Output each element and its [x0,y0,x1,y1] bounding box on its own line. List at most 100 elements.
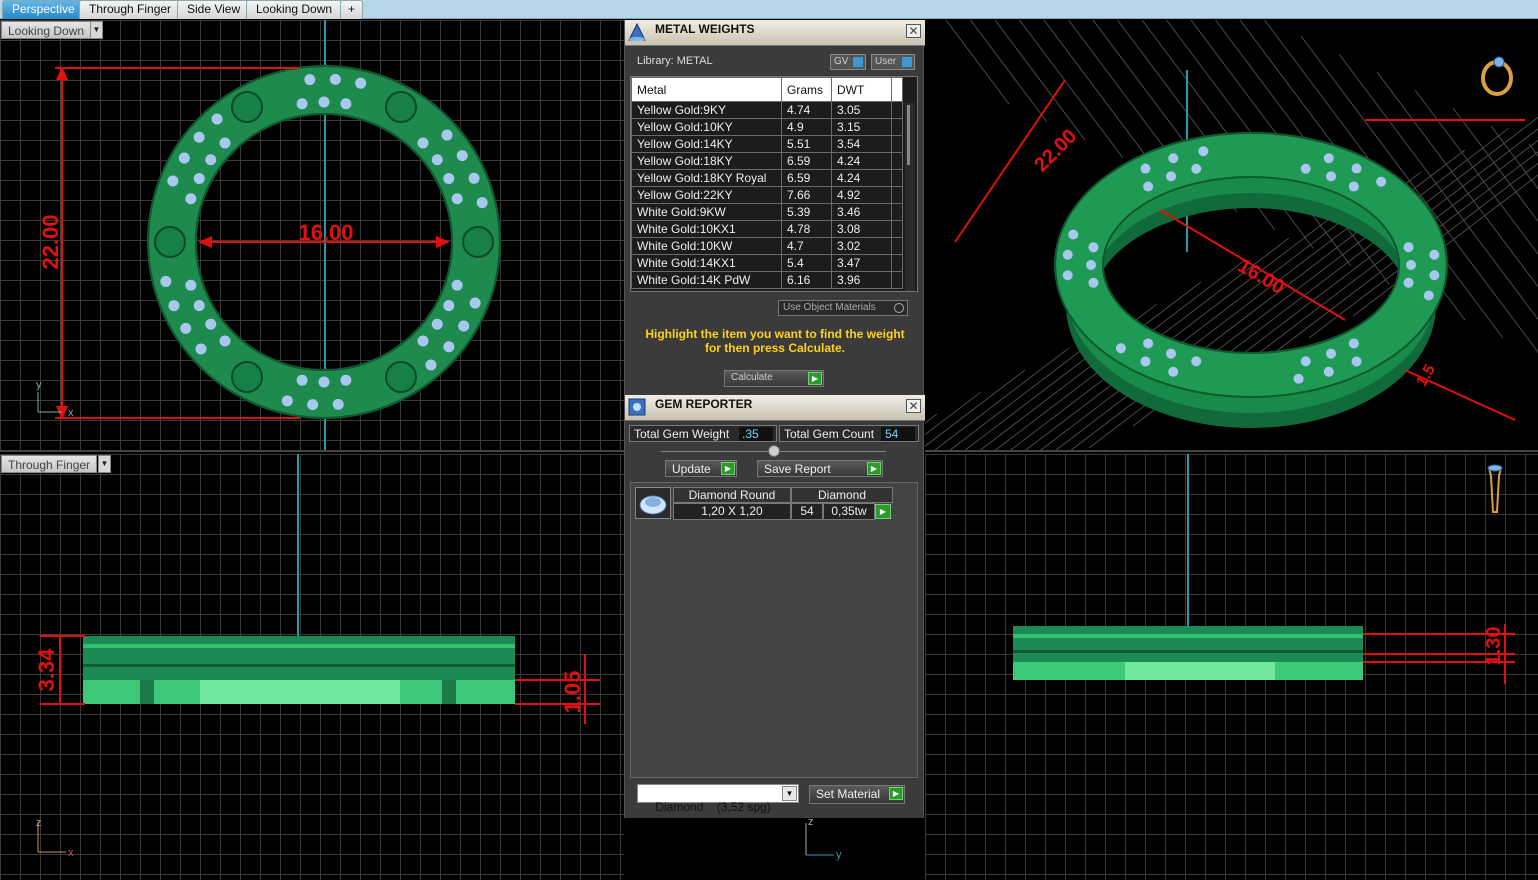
bezel-emblem [385,91,417,123]
save-report-button[interactable]: Save Report ▶ [757,460,883,477]
axis-y-label: y [36,379,42,391]
col-metal[interactable]: Metal [631,77,782,102]
viewport-label-looking-down[interactable]: Looking Down [1,21,92,39]
gem-setting [1168,366,1179,377]
viewport-side-view[interactable]: 1.30 [925,454,1538,880]
add-tab-button[interactable]: + [340,0,364,19]
calculate-button[interactable]: Calculate ▶ [724,370,824,387]
cell-metal: Yellow Gold:9KY [631,101,782,119]
play-icon: ▶ [889,787,903,800]
gem-setting [318,376,330,388]
viewport-label-through-finger[interactable]: Through Finger [1,455,98,473]
dim-total-height: 3.34 [34,648,59,692]
ring-side-view [1013,626,1363,662]
tab-side-view[interactable]: Side View [177,0,251,19]
gem-setting [1088,277,1099,288]
gem-setting [1062,270,1073,281]
gem-setting [329,73,341,85]
cell-grams: 7.66 [781,186,832,204]
table-scrollbar[interactable] [905,103,915,291]
gem-setting [1143,338,1154,349]
chevron-down-icon[interactable]: ▼ [90,21,103,39]
tab-looking-down[interactable]: Looking Down [246,0,343,19]
gem-setting [443,341,455,353]
gem-setting [443,172,455,184]
ring-side-icon[interactable] [1487,464,1503,513]
cell-grams: 6.59 [781,152,832,170]
gv-label: GV [834,56,849,67]
dim-outer-height: 22.00 [38,214,63,269]
table-row[interactable]: White Gold:9KW 5.39 3.46 [631,203,903,221]
gem-setting [193,172,205,184]
close-icon[interactable]: ✕ [906,399,921,413]
gem-setting [296,374,308,386]
table-row[interactable]: Yellow Gold:22KY 7.66 4.92 [631,186,903,204]
viewport-through-finger[interactable]: 3.34 1.05 z x Through Finger ▼ [0,454,624,880]
col-dwt[interactable]: DWT [831,77,892,102]
viewport-looking-down[interactable]: 16.00 22.00 y x Looking Down ▼ [0,20,624,452]
viewport-perspective[interactable]: 22.00 16.00 1.5 [925,20,1538,452]
table-row[interactable]: Yellow Gold:18KY Royal 6.59 4.24 [631,169,903,187]
gem-setting [307,399,319,411]
use-object-materials-toggle[interactable]: Use Object Materials [778,300,908,316]
table-row[interactable]: Yellow Gold:9KY 4.74 3.05 [631,101,903,119]
cell-grams: 4.74 [781,101,832,119]
material-select[interactable]: Diamond (3,52 spg) ▼ [637,784,799,814]
cell-metal: Yellow Gold:22KY [631,186,782,204]
total-count-label: Total Gem Count [784,427,875,441]
table-row[interactable]: Yellow Gold:18KY 6.59 4.24 [631,152,903,170]
gem-setting [219,137,231,149]
cell-metal: White Gold:9KW [631,203,782,221]
toggle-indicator [853,57,863,67]
bezel-emblem [231,91,263,123]
col-grams[interactable]: Grams [781,77,832,102]
gem-material: Diamond [791,487,893,503]
gem-slider-thumb[interactable] [768,445,780,457]
table-row[interactable]: White Gold:10KX1 4.78 3.08 [631,220,903,238]
chevron-down-icon[interactable]: ▼ [782,786,797,801]
save-report-label: Save Report [764,462,831,476]
table-row[interactable]: Yellow Gold:10KY 4.9 3.15 [631,118,903,136]
cell-metal: Yellow Gold:18KY [631,152,782,170]
ring-icon[interactable] [1481,56,1513,96]
tab-perspective[interactable]: Perspective [2,0,85,19]
cell-grams: 6.59 [781,169,832,187]
gem-row[interactable]: Diamond Round Diamond 1,20 X 1,20 54 0,3… [673,487,893,521]
user-label: User [875,56,897,67]
library-label: Library: METAL [637,55,713,67]
table-row[interactable]: White Gold:14KX1 5.4 3.47 [631,254,903,272]
gem-setting [441,129,453,141]
metal-table-container[interactable]: Metal Grams DWT Yellow Gold:9KY 4.74 3.05 Y… [630,76,918,292]
cell-metal: Yellow Gold:14KY [631,135,782,153]
total-count-value: 54 [881,427,915,441]
gem-setting [1088,242,1099,253]
diamond-round-icon [635,487,671,519]
bezel-emblem [462,226,494,258]
gem-setting [469,297,481,309]
update-button[interactable]: Update ▶ [665,460,737,477]
dim-inner-perspective: 16.00 [1234,255,1288,299]
gem-setting [451,279,463,291]
play-icon: ▶ [867,462,881,475]
table-row[interactable]: White Gold:10KW 4.7 3.02 [631,237,903,255]
gem-setting [1348,181,1359,192]
table-row[interactable]: White Gold:14K PdW 6.16 3.96 [631,271,903,289]
gem-setting [160,275,172,287]
tab-through-finger[interactable]: Through Finger [79,0,182,19]
gem-setting [1140,163,1151,174]
plus-icon: + [348,2,356,16]
close-icon[interactable]: ✕ [906,24,921,38]
view-tab-bar: Perspective Through Finger Side View Loo… [0,0,1538,19]
select-gem-arrow-icon[interactable]: ▶ [875,504,891,519]
scale-icon [628,22,646,41]
chevron-down-icon[interactable]: ▼ [98,455,111,473]
axis-z-label: z [36,817,42,829]
bezel-emblem [385,361,417,393]
gv-toggle[interactable]: GV [830,54,866,70]
axis-gizmo-side: z y [805,816,842,861]
table-row[interactable]: Yellow Gold:14KY 5.51 3.54 [631,135,903,153]
set-material-button[interactable]: Set Material ▶ [809,785,905,804]
gem-setting [458,320,470,332]
user-toggle[interactable]: User [871,54,915,70]
gem-setting [1300,163,1311,174]
